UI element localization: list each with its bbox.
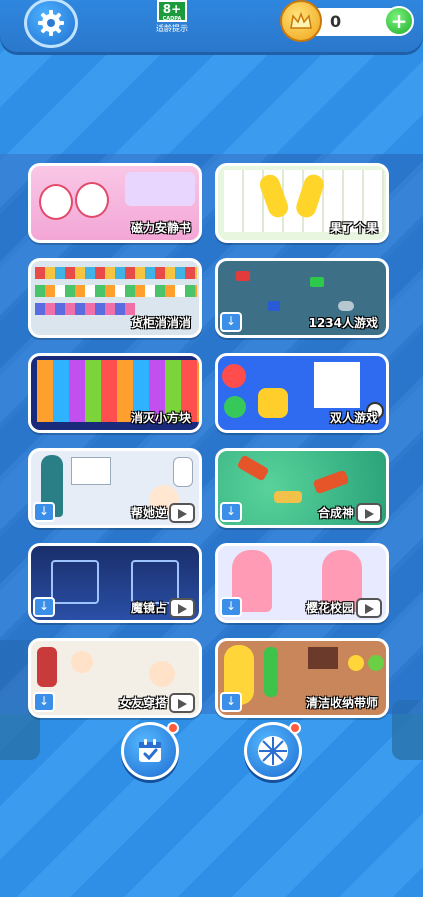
coin-count: 0	[330, 12, 342, 31]
game-card-magnet-book[interactable]: 磁力安静书	[28, 163, 202, 243]
checkin-notification-dot	[167, 722, 179, 734]
game-label: 合成神	[317, 506, 354, 520]
game-card-block-blast[interactable]: 消灭小方块	[28, 353, 202, 433]
gear-icon	[38, 10, 64, 36]
download-icon: ↓	[33, 502, 55, 522]
calendar-check-icon	[139, 739, 161, 762]
game-label: 果了个果	[329, 221, 378, 235]
prize-wheel-icon	[258, 736, 288, 766]
download-icon: ↓	[33, 597, 55, 617]
game-label: 货柜消消消	[130, 316, 191, 330]
game-label: 1234人游戏	[308, 316, 378, 330]
game-card-1234-players[interactable]: ↓ 1234人游戏	[215, 258, 389, 338]
video-icon	[169, 503, 195, 523]
video-icon	[356, 598, 382, 618]
game-card-two-player[interactable]: 双人游戏	[215, 353, 389, 433]
game-label: 清洁收纳带师	[305, 696, 378, 710]
top-bar: 8+ CADPA 适龄提示 0 +	[0, 0, 423, 52]
age-rating-org: CADPA	[162, 16, 182, 22]
add-coin-button[interactable]: +	[384, 6, 414, 36]
game-label: 消灭小方块	[130, 411, 191, 425]
download-icon: ↓	[220, 692, 242, 712]
video-icon	[169, 598, 195, 618]
game-card-merge-god[interactable]: ↓ 合成神	[215, 448, 389, 528]
age-rating-value: 8+	[162, 2, 182, 16]
game-card-fruit-match[interactable]: 果了个果	[215, 163, 389, 243]
game-card-sakura-school[interactable]: ↓ 樱花校园	[215, 543, 389, 623]
game-card-shelf-match[interactable]: 货柜消消消	[28, 258, 202, 338]
game-label: 帮她逆	[130, 506, 167, 520]
game-card-help-her[interactable]: ↓ 帮她逆	[28, 448, 202, 528]
download-icon: ↓	[220, 502, 242, 522]
age-rating-box: 8+ CADPA	[157, 0, 187, 22]
download-icon: ↓	[220, 312, 242, 332]
download-icon: ↓	[33, 692, 55, 712]
game-label: 女友穿搭	[118, 696, 167, 710]
crown-coin-icon	[280, 0, 322, 42]
game-card-cleaning-master[interactable]: ↓ 清洁收纳带师	[215, 638, 389, 718]
video-icon	[356, 503, 382, 523]
game-card-magic-mirror[interactable]: ↓ 魔镜占	[28, 543, 202, 623]
game-label: 磁力安静书	[130, 221, 191, 235]
game-label: 樱花校园	[305, 601, 354, 615]
download-icon: ↓	[220, 597, 242, 617]
game-label: 魔镜占	[130, 601, 167, 615]
game-card-girlfriend-outfit[interactable]: ↓ 女友穿搭	[28, 638, 202, 718]
video-icon	[169, 693, 195, 713]
age-rating-badge[interactable]: 8+ CADPA 适龄提示	[155, 0, 189, 34]
settings-button[interactable]	[24, 0, 78, 48]
age-rating-caption: 适龄提示	[156, 24, 188, 33]
wheel-notification-dot	[289, 722, 301, 734]
game-label: 双人游戏	[329, 411, 378, 425]
